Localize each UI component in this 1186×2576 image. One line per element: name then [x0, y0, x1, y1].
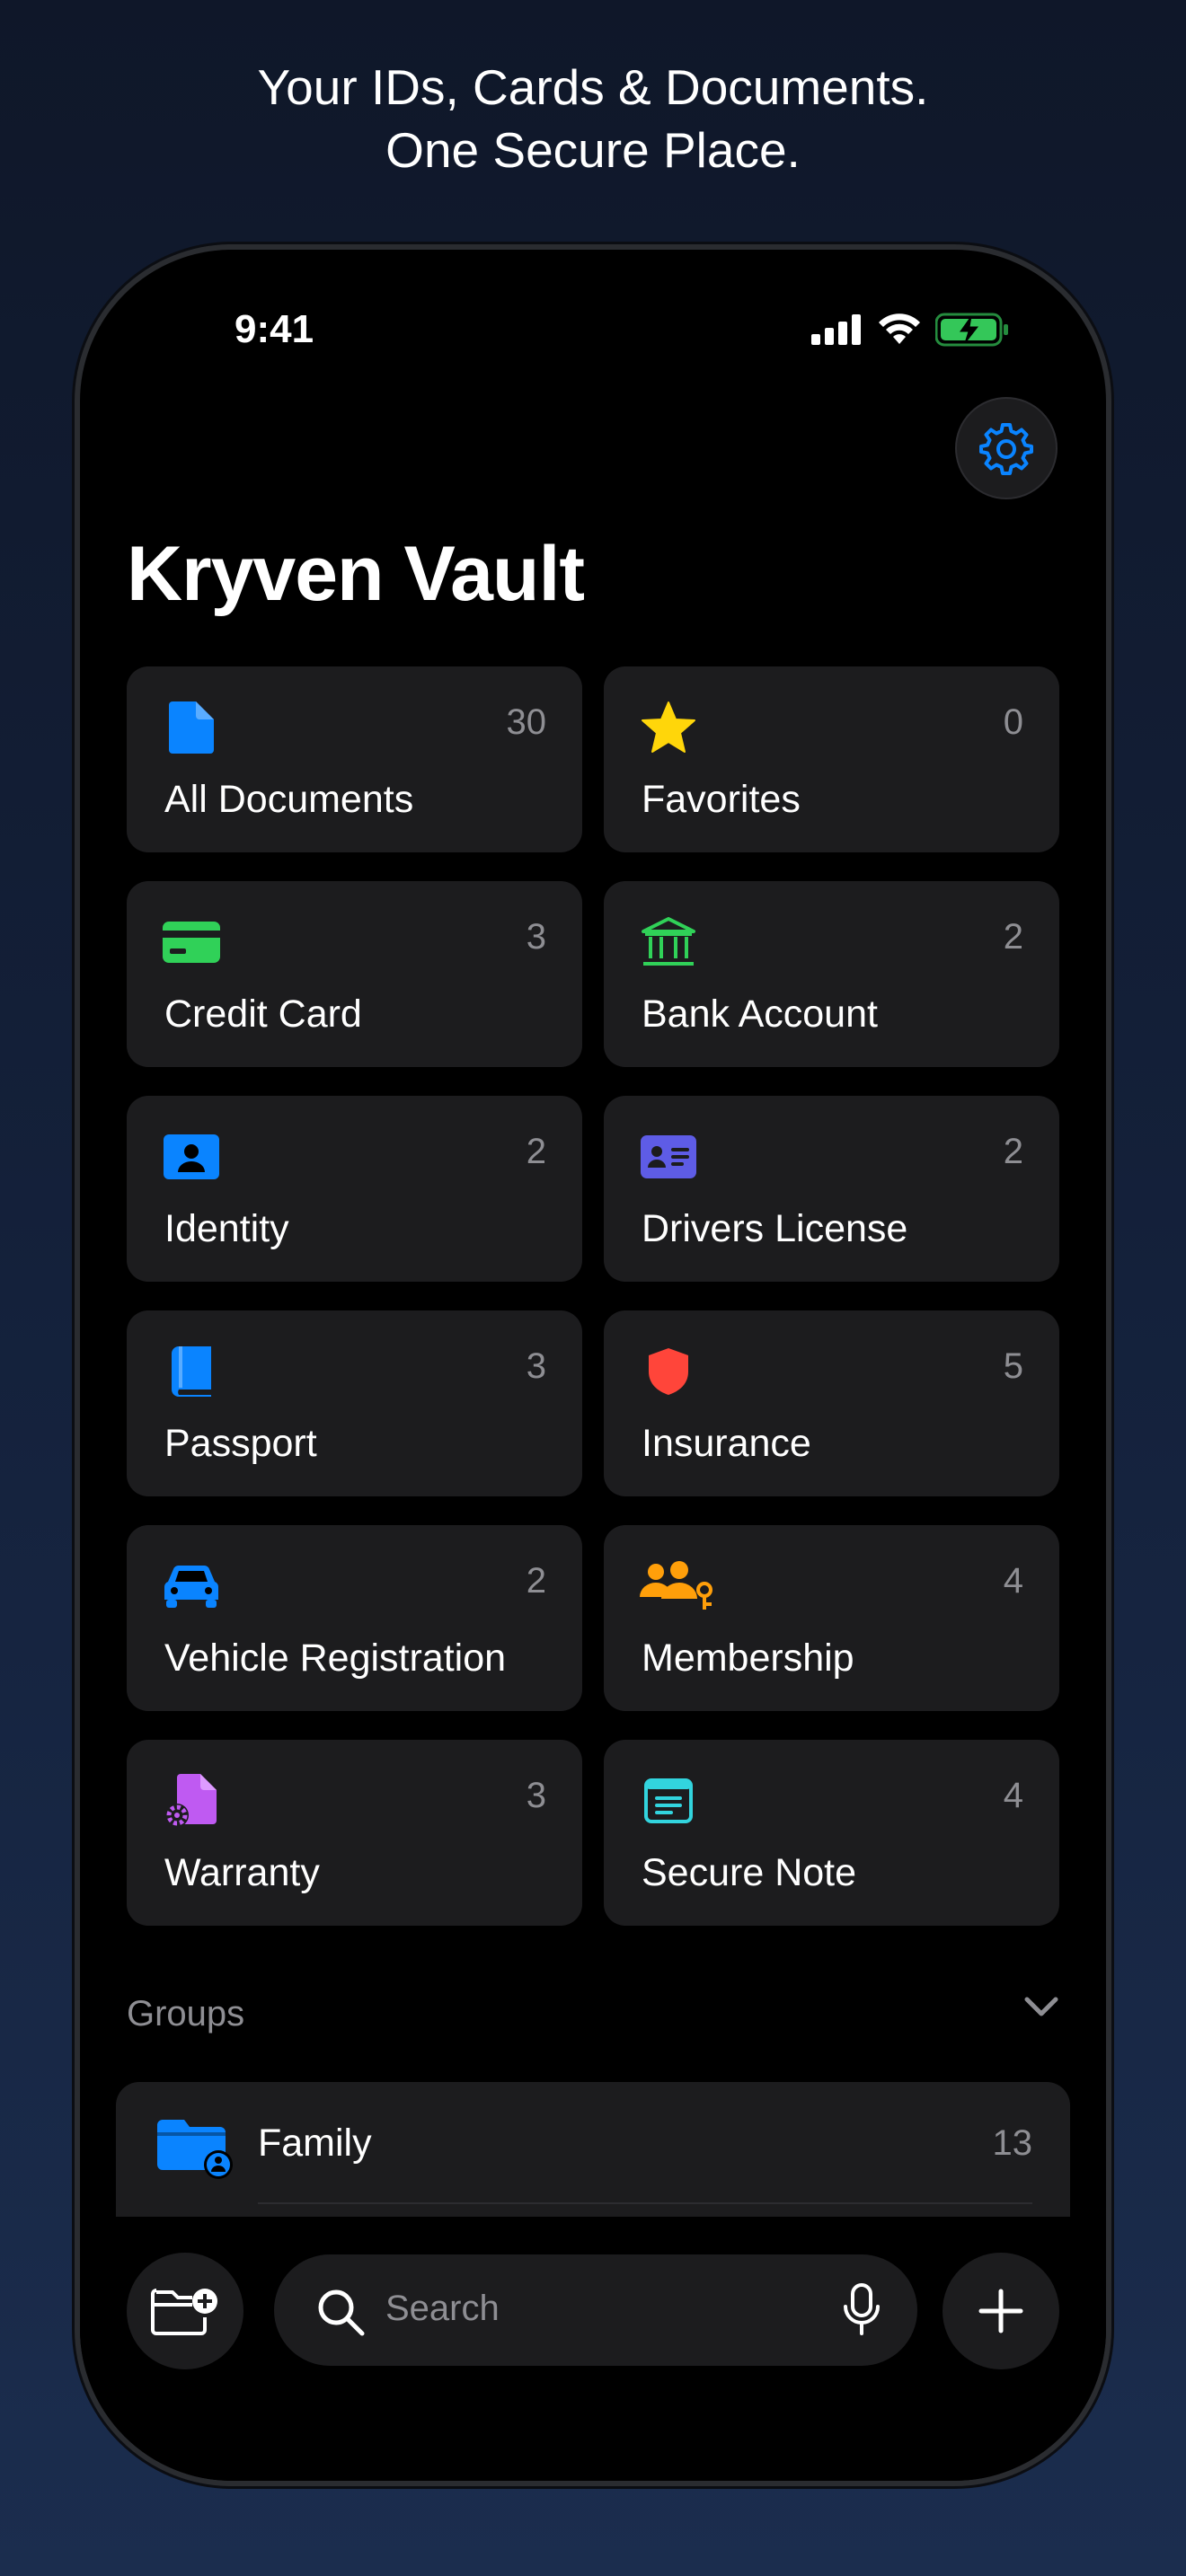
category-count: 2: [1003, 917, 1023, 957]
headline-line-2: One Secure Place.: [385, 122, 801, 178]
category-drivers-license[interactable]: 2 Drivers License: [604, 1096, 1059, 1282]
category-count: 0: [1003, 702, 1023, 742]
star-icon: [640, 699, 697, 756]
document-gear-icon: [163, 1772, 220, 1830]
passport-book-icon: [163, 1343, 220, 1400]
search-input[interactable]: Search: [385, 2289, 500, 2329]
promo-headline: Your IDs, Cards & Documents. One Secure …: [0, 56, 1186, 181]
category-count: 2: [1003, 1132, 1023, 1171]
category-count: 4: [1003, 1776, 1023, 1815]
category-identity[interactable]: 2 Identity: [127, 1096, 582, 1282]
folder-add-icon: [151, 2289, 217, 2335]
category-vehicle-registration[interactable]: 2 Vehicle Registration: [127, 1525, 582, 1711]
category-label: Membership: [642, 1636, 854, 1680]
category-count: 3: [526, 1346, 546, 1386]
category-count: 5: [1003, 1346, 1023, 1386]
add-document-button[interactable]: [943, 2253, 1059, 2369]
category-secure-note[interactable]: 4 Secure Note: [604, 1740, 1059, 1926]
category-count: 3: [526, 917, 546, 957]
new-folder-button[interactable]: [127, 2253, 243, 2369]
category-count: 30: [506, 702, 547, 742]
people-key-icon: [640, 1557, 715, 1615]
page-title: Kryven Vault: [127, 531, 585, 617]
category-membership[interactable]: 4 Membership: [604, 1525, 1059, 1711]
group-count: 13: [992, 2123, 1033, 2163]
id-card-icon: [640, 1128, 697, 1186]
folder-person-icon: [157, 2116, 238, 2183]
category-label: Credit Card: [164, 992, 362, 1036]
search-icon: [318, 2289, 365, 2336]
note-icon: [640, 1772, 697, 1830]
category-label: All Documents: [164, 778, 414, 821]
category-label: Favorites: [642, 778, 801, 821]
shield-icon: [640, 1343, 697, 1400]
bottom-toolbar: Search: [80, 2217, 1106, 2481]
wifi-icon: [879, 313, 920, 344]
phone-frame: 9:41 Kryven Vault 30 All Documents 0 Fav…: [75, 244, 1111, 2486]
category-label: Vehicle Registration: [164, 1636, 507, 1680]
category-all-documents[interactable]: 30 All Documents: [127, 666, 582, 852]
groups-label: Groups: [127, 1994, 245, 2033]
category-label: Warranty: [164, 1851, 320, 1894]
person-badge-icon: [163, 1128, 220, 1186]
category-label: Secure Note: [642, 1851, 857, 1894]
headline-line-1: Your IDs, Cards & Documents.: [257, 59, 929, 115]
group-name: Family: [258, 2122, 372, 2165]
category-label: Insurance: [642, 1422, 811, 1465]
row-divider: [258, 2202, 1032, 2204]
category-warranty[interactable]: 3 Warranty: [127, 1740, 582, 1926]
category-favorites[interactable]: 0 Favorites: [604, 666, 1059, 852]
category-count: 3: [526, 1776, 546, 1815]
search-bar[interactable]: Search: [274, 2254, 917, 2366]
status-icons: [811, 313, 1009, 347]
signal-icon: [811, 314, 861, 345]
category-label: Bank Account: [642, 992, 878, 1036]
category-count: 2: [526, 1561, 546, 1601]
status-time: 9:41: [235, 307, 314, 351]
category-label: Drivers License: [642, 1207, 908, 1250]
document-icon: [163, 699, 220, 756]
credit-card-icon: [163, 913, 220, 971]
category-passport[interactable]: 3 Passport: [127, 1310, 582, 1496]
category-bank-account[interactable]: 2 Bank Account: [604, 881, 1059, 1067]
category-label: Passport: [164, 1422, 317, 1465]
chevron-down-icon[interactable]: [1023, 1996, 1059, 2019]
battery-charging-icon: [935, 313, 1008, 347]
microphone-icon[interactable]: [842, 2283, 881, 2337]
settings-button[interactable]: [955, 397, 1058, 499]
category-count: 2: [526, 1132, 546, 1171]
gear-icon: [979, 423, 1033, 475]
car-icon: [163, 1557, 220, 1615]
category-credit-card[interactable]: 3 Credit Card: [127, 881, 582, 1067]
groups-section-header[interactable]: Groups: [127, 1987, 1059, 2041]
category-count: 4: [1003, 1561, 1023, 1601]
plus-icon: [978, 2289, 1023, 2333]
category-grid: 30 All Documents 0 Favorites 3 Credit Ca…: [127, 666, 1059, 1926]
category-label: Identity: [164, 1207, 289, 1250]
bank-icon: [640, 913, 697, 971]
category-insurance[interactable]: 5 Insurance: [604, 1310, 1059, 1496]
